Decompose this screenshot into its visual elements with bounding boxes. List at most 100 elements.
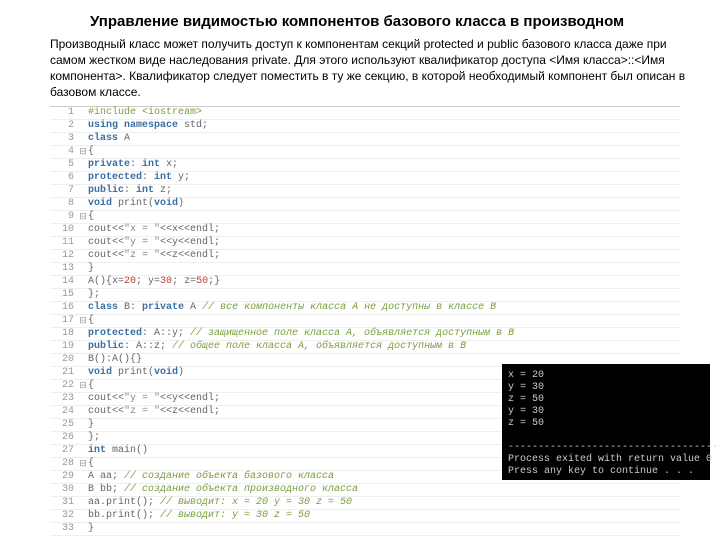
code-line: 4⊟{ [50, 146, 680, 159]
code-text: { [88, 211, 94, 223]
fold-marker [78, 107, 88, 119]
code-text: { [88, 458, 94, 470]
fold-marker [78, 328, 88, 340]
line-number: 25 [50, 419, 78, 431]
code-text: } [88, 263, 94, 275]
fold-marker: ⊟ [78, 211, 88, 223]
code-text: A(){x=20; y=30; z=50;} [88, 276, 220, 288]
line-number: 14 [50, 276, 78, 288]
line-number: 31 [50, 497, 78, 509]
code-line: 10 cout<<"x = "<<x<<endl; [50, 224, 680, 237]
line-number: 19 [50, 341, 78, 353]
console-output: x = 20 y = 30 z = 50 y = 30 z = 50 -----… [502, 364, 710, 480]
code-text: { [88, 146, 94, 158]
code-text: cout<<"x = "<<x<<endl; [88, 224, 220, 236]
code-text: public: int z; [88, 185, 172, 197]
code-line: 30B bb; // создание объекта производного… [50, 484, 680, 497]
line-number: 20 [50, 354, 78, 366]
line-number: 10 [50, 224, 78, 236]
code-line: 5 private: int x; [50, 159, 680, 172]
fold-marker [78, 120, 88, 132]
line-number: 3 [50, 133, 78, 145]
code-line: 8 void print(void) [50, 198, 680, 211]
fold-marker [78, 302, 88, 314]
code-text: } [88, 523, 94, 535]
code-text: class A [88, 133, 130, 145]
code-text: bb.print(); // выводит: y = 30 z = 50 [88, 510, 310, 522]
code-line: 7 public: int z; [50, 185, 680, 198]
line-number: 7 [50, 185, 78, 197]
code-text: { [88, 315, 94, 327]
fold-marker: ⊟ [78, 315, 88, 327]
code-text: class B: private A // все компоненты кла… [88, 302, 496, 314]
line-number: 23 [50, 393, 78, 405]
code-line: 16 class B: private A // все компоненты к… [50, 302, 680, 315]
code-line: 11 cout<<"y = "<<y<<endl; [50, 237, 680, 250]
code-text: }; [88, 432, 100, 444]
code-text: cout<<"y = "<<y<<endl; [88, 393, 220, 405]
code-line: 31 aa.print(); // выводит: x = 20 y = 30 … [50, 497, 680, 510]
code-line: 14 A(){x=20; y=30; z=50;} [50, 276, 680, 289]
code-line: 18protected: A::y; // защищенное поле кл… [50, 328, 680, 341]
line-number: 21 [50, 367, 78, 379]
line-number: 5 [50, 159, 78, 171]
code-text: #include <iostream> [88, 107, 202, 119]
code-text: aa.print(); // выводит: x = 20 y = 30 z … [88, 497, 352, 509]
fold-marker [78, 224, 88, 236]
fold-marker [78, 263, 88, 275]
code-text: using namespace std; [88, 120, 208, 132]
code-text: B():A(){} [88, 354, 142, 366]
fold-marker [78, 445, 88, 457]
fold-marker [78, 406, 88, 418]
code-line: 33} [50, 523, 680, 536]
code-text: int main() [88, 445, 148, 457]
line-number: 28 [50, 458, 78, 470]
fold-marker [78, 198, 88, 210]
fold-marker [78, 367, 88, 379]
fold-marker [78, 185, 88, 197]
fold-marker [78, 419, 88, 431]
fold-marker [78, 276, 88, 288]
line-number: 27 [50, 445, 78, 457]
line-number: 30 [50, 484, 78, 496]
fold-marker: ⊟ [78, 380, 88, 392]
code-text: void print(void) [88, 198, 184, 210]
code-line: 19 public: A::z; // общее поле класса А, … [50, 341, 680, 354]
code-text: }; [88, 289, 100, 301]
line-number: 2 [50, 120, 78, 132]
code-text: cout<<"z = "<<z<<endl; [88, 250, 220, 262]
code-text: } [88, 419, 94, 431]
page-title: Управление видимостью компонентов базово… [0, 0, 720, 32]
line-number: 1 [50, 107, 78, 119]
fold-marker [78, 289, 88, 301]
code-text: cout<<"z = "<<z<<endl; [88, 406, 220, 418]
fold-marker: ⊟ [78, 458, 88, 470]
line-number: 8 [50, 198, 78, 210]
line-number: 32 [50, 510, 78, 522]
line-number: 4 [50, 146, 78, 158]
line-number: 16 [50, 302, 78, 314]
line-number: 24 [50, 406, 78, 418]
code-line: 12cout<<"z = "<<z<<endl; [50, 250, 680, 263]
code-line: 9⊟{ [50, 211, 680, 224]
fold-marker [78, 133, 88, 145]
fold-marker [78, 510, 88, 522]
line-number: 9 [50, 211, 78, 223]
code-line: 15}; [50, 289, 680, 302]
code-line: 17⊟{ [50, 315, 680, 328]
code-line: 32 bb.print(); // выводит: y = 30 z = 50 [50, 510, 680, 523]
code-text: private: int x; [88, 159, 178, 171]
line-number: 11 [50, 237, 78, 249]
code-text: cout<<"y = "<<y<<endl; [88, 237, 220, 249]
fold-marker [78, 172, 88, 184]
line-number: 22 [50, 380, 78, 392]
fold-marker [78, 497, 88, 509]
code-text: protected: int y; [88, 172, 190, 184]
line-number: 33 [50, 523, 78, 535]
intro-paragraph: Производный класс может получить доступ … [0, 32, 720, 107]
line-number: 17 [50, 315, 78, 327]
fold-marker [78, 159, 88, 171]
code-text: public: A::z; // общее поле класса А, об… [88, 341, 466, 353]
line-number: 18 [50, 328, 78, 340]
line-number: 13 [50, 263, 78, 275]
